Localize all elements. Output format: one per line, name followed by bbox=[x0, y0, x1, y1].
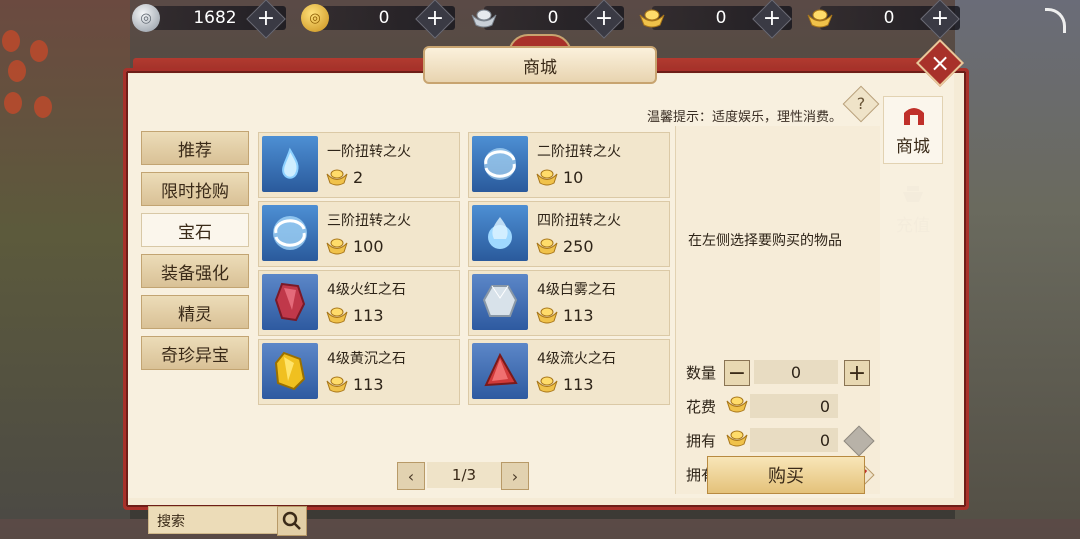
page-title: 商城 bbox=[523, 57, 557, 78]
item-name: 4级黄沉之石 bbox=[327, 351, 406, 367]
lantern-icon bbox=[34, 96, 52, 118]
shop-item[interactable]: 4级流火之石 113 bbox=[468, 339, 670, 405]
blue-vortex-icon bbox=[472, 136, 528, 192]
category-flash-sale[interactable]: 限时抢购 bbox=[141, 172, 249, 206]
search-button[interactable] bbox=[277, 506, 307, 536]
page-indicator: 1/3 bbox=[427, 462, 501, 488]
gold-ingot-icon bbox=[326, 307, 348, 324]
gold-ingot-icon bbox=[326, 169, 348, 186]
gold-ingot-icon bbox=[326, 376, 348, 393]
background-left bbox=[0, 0, 130, 519]
question-icon: ? bbox=[856, 94, 866, 113]
detail-panel: 在左侧选择要购买的物品 数量 − 0 + 花费 0 拥有 0 拥有 0 bbox=[675, 126, 880, 494]
lantern-icon bbox=[4, 92, 22, 114]
gold-ingot-icon bbox=[726, 396, 748, 413]
search-input[interactable]: 搜索 bbox=[148, 506, 280, 534]
lantern-icon bbox=[30, 40, 48, 62]
search-icon bbox=[282, 511, 301, 530]
gold-coin-icon: ◎ bbox=[301, 4, 329, 32]
blue-flame-icon bbox=[262, 136, 318, 192]
item-price: 100 bbox=[353, 237, 384, 256]
shop-item[interactable]: 4级黄沉之石 113 bbox=[258, 339, 460, 405]
increase-quantity-button[interactable]: + bbox=[844, 360, 870, 386]
gold-ingot-icon bbox=[726, 430, 748, 447]
cost-label: 花费 bbox=[686, 398, 717, 416]
owned-label: 拥有 bbox=[686, 432, 717, 450]
category-equipment[interactable]: 装备强化 bbox=[141, 254, 249, 288]
gold-ingot-icon bbox=[806, 4, 834, 32]
next-page-button[interactable]: › bbox=[501, 462, 529, 490]
gold-ingot-icon bbox=[536, 238, 558, 255]
item-price: 113 bbox=[563, 375, 594, 394]
item-name: 4级火红之石 bbox=[327, 282, 406, 298]
category-recommended[interactable]: 推荐 bbox=[141, 131, 249, 165]
tab-recharge[interactable]: 充值 bbox=[883, 174, 943, 242]
chevron-right-icon: › bbox=[511, 466, 519, 486]
gold-ingot-icon bbox=[536, 376, 558, 393]
item-price: 113 bbox=[563, 306, 594, 325]
silver-ingot-icon bbox=[470, 4, 498, 32]
blue-vortex-icon bbox=[262, 205, 318, 261]
item-price: 10 bbox=[563, 168, 584, 187]
back-arrow-icon[interactable] bbox=[1045, 8, 1066, 33]
yellow-crystal-icon bbox=[262, 343, 318, 399]
shop-item[interactable]: 4级火红之石 113 bbox=[258, 270, 460, 336]
item-price: 113 bbox=[353, 375, 384, 394]
detail-hint: 在左侧选择要购买的物品 bbox=[688, 233, 842, 249]
red-triangle-gem-icon bbox=[472, 343, 528, 399]
currency-bar: ◎ 1682 + ◎ 0 + 0 + 0 + 0 + bbox=[0, 0, 1080, 39]
gold-ingot-icon bbox=[326, 238, 348, 255]
buy-button[interactable]: 购买 bbox=[707, 456, 865, 494]
currency-toggle-off[interactable] bbox=[843, 425, 875, 457]
plus-icon: + bbox=[847, 360, 867, 386]
item-price: 113 bbox=[353, 306, 384, 325]
shop-item[interactable]: 二阶扭转之火 10 bbox=[468, 132, 670, 198]
tab-shop[interactable]: 商城 bbox=[883, 96, 943, 164]
close-icon: × bbox=[929, 49, 951, 77]
item-price: 2 bbox=[353, 168, 364, 187]
minus-icon: − bbox=[727, 360, 747, 386]
category-gems[interactable]: 宝石 bbox=[141, 213, 249, 247]
lantern-icon bbox=[8, 60, 26, 82]
background-right bbox=[955, 0, 1080, 519]
item-name: 一阶扭转之火 bbox=[327, 144, 411, 160]
gold-ingot-icon bbox=[536, 307, 558, 324]
quantity-label: 数量 bbox=[686, 364, 717, 382]
category-spirit[interactable]: 精灵 bbox=[141, 295, 249, 329]
tip-text: 温馨提示：适度娱乐，理性消费。 bbox=[647, 110, 843, 125]
item-price: 250 bbox=[563, 237, 594, 256]
white-crystal-icon bbox=[472, 274, 528, 330]
cost-value: 0 bbox=[750, 394, 838, 418]
blue-fire-orb-icon bbox=[472, 205, 528, 261]
item-name: 4级流火之石 bbox=[537, 351, 616, 367]
shop-item[interactable]: 三阶扭转之火 100 bbox=[258, 201, 460, 267]
item-name: 4级白雾之石 bbox=[537, 282, 616, 298]
recharge-icon bbox=[903, 186, 923, 202]
silver-coin-icon: ◎ bbox=[132, 4, 160, 32]
item-name: 四阶扭转之火 bbox=[537, 213, 621, 229]
item-name: 三阶扭转之火 bbox=[327, 213, 411, 229]
item-name: 二阶扭转之火 bbox=[537, 144, 621, 160]
category-treasures[interactable]: 奇珍异宝 bbox=[141, 336, 249, 370]
quantity-field[interactable]: 0 bbox=[754, 360, 838, 384]
shop-icon bbox=[904, 108, 924, 125]
shop-item[interactable]: 四阶扭转之火 250 bbox=[468, 201, 670, 267]
owned-value: 0 bbox=[750, 428, 838, 452]
chevron-left-icon: ‹ bbox=[407, 466, 415, 486]
shop-item[interactable]: 4级白雾之石 113 bbox=[468, 270, 670, 336]
gold-ingot-icon bbox=[536, 169, 558, 186]
prev-page-button[interactable]: ‹ bbox=[397, 462, 425, 490]
gold-ingot-icon bbox=[638, 4, 666, 32]
shop-panel: 商城 × 温馨提示：适度娱乐，理性消费。 ? 推荐 限时抢购 宝石 装备强化 精… bbox=[113, 34, 969, 536]
decrease-quantity-button[interactable]: − bbox=[724, 360, 750, 386]
red-crystal-icon bbox=[262, 274, 318, 330]
shop-item[interactable]: 一阶扭转之火 2 bbox=[258, 132, 460, 198]
title-plate: 商城 bbox=[423, 46, 657, 84]
